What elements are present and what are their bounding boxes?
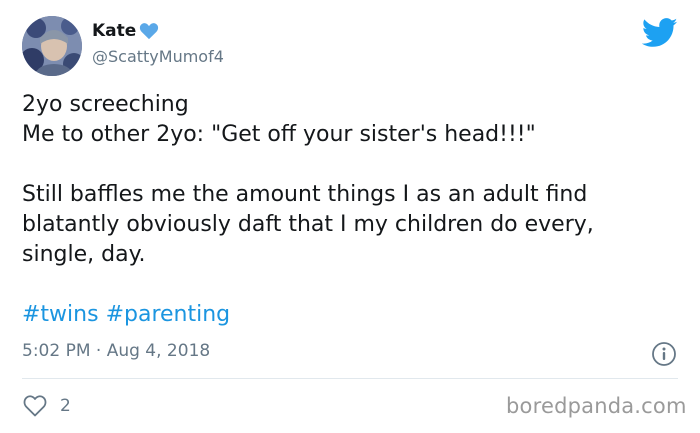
divider bbox=[22, 378, 678, 379]
tweet-text: 2yo screeching Me to other 2yo: "Get off… bbox=[22, 90, 682, 270]
tweet-paragraph-gap bbox=[22, 150, 682, 180]
twitter-bird-icon[interactable] bbox=[641, 18, 678, 48]
tweet-line: single, day. bbox=[22, 242, 146, 267]
timestamp[interactable]: 5:02 PM · Aug 4, 2018 bbox=[22, 341, 210, 361]
avatar[interactable] bbox=[22, 16, 82, 76]
hashtag-list: #twins #parenting bbox=[22, 300, 230, 330]
display-name[interactable]: Kate bbox=[92, 21, 136, 41]
author-row: Kate bbox=[92, 18, 159, 44]
watermark: boredpanda.com bbox=[506, 394, 687, 418]
tweet-line: Me to other 2yo: "Get off your sister's … bbox=[22, 122, 536, 147]
info-icon[interactable] bbox=[651, 341, 677, 367]
tweet-line: Still baffles me the amount things I as … bbox=[22, 182, 588, 207]
hashtag-parenting[interactable]: #parenting bbox=[106, 302, 231, 327]
like-button[interactable]: 2 bbox=[22, 393, 71, 419]
like-count: 2 bbox=[60, 396, 71, 416]
tweet-line: blatantly obviously daft that I my child… bbox=[22, 212, 594, 237]
tweet-line: 2yo screeching bbox=[22, 92, 189, 117]
blue-heart-icon bbox=[139, 22, 159, 40]
heart-outline-icon bbox=[22, 394, 48, 418]
tweet-card: Kate @ScattyMumof4 2yo screeching Me to … bbox=[0, 0, 700, 433]
avatar-image bbox=[22, 16, 82, 76]
user-handle[interactable]: @ScattyMumof4 bbox=[92, 47, 224, 66]
hashtag-twins[interactable]: #twins bbox=[22, 302, 99, 327]
